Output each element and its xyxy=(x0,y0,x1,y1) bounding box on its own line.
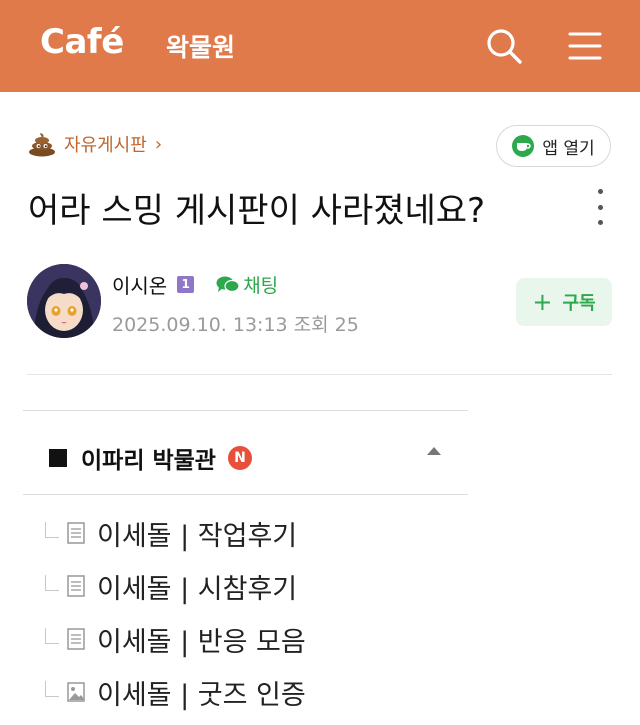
list-item-label: 이세돌 | 굿즈 인증 xyxy=(97,679,306,711)
post-meta: 2025.09.10. 13:13 조회 25 xyxy=(112,310,359,337)
square-bullet-icon xyxy=(49,449,67,467)
open-app-button[interactable]: 앱 열기 xyxy=(496,125,611,167)
more-vertical-icon xyxy=(597,189,603,194)
related-posts-box: 이파리 박물관 N 이세돌 | 작업후기 이세돌 | 시참후기 이세돌 | 반응… xyxy=(23,410,468,725)
subscribe-label: 구독 xyxy=(562,293,596,314)
list-item-label: 이세돌 | 작업후기 xyxy=(97,520,298,552)
search-button[interactable] xyxy=(484,26,524,66)
post-title: 어라 스밍 게시판이 사라졌네요? xyxy=(28,191,486,231)
avatar[interactable] xyxy=(27,264,101,338)
list-item[interactable]: 이세돌 | 시참후기 xyxy=(45,566,297,606)
list-item[interactable]: 이세돌 | 굿즈 인증 xyxy=(45,672,306,712)
new-badge: N xyxy=(227,446,252,470)
coffee-cup-icon xyxy=(512,135,535,157)
author-row: 이시온 1 채팅 xyxy=(112,270,278,299)
cafe-name[interactable]: 왁물원 xyxy=(166,28,235,64)
document-icon xyxy=(67,628,85,650)
chat-label: 채팅 xyxy=(243,275,279,297)
related-posts-title: 이파리 박물관 N xyxy=(49,441,252,475)
image-icon xyxy=(67,682,85,702)
chevron-right-icon: › xyxy=(154,133,163,155)
tree-branch-icon xyxy=(45,522,59,538)
chat-bubble-icon xyxy=(216,276,240,292)
author-name[interactable]: 이시온 xyxy=(112,270,167,299)
avatar-image xyxy=(27,264,101,338)
plus-icon: + xyxy=(532,288,553,316)
post-date: 2025.09.10. 13:13 xyxy=(112,314,288,336)
rank-badge: 1 xyxy=(177,276,195,293)
board-name: 자유게시판 xyxy=(64,135,147,156)
search-icon xyxy=(487,29,522,64)
more-options-button[interactable] xyxy=(590,189,610,225)
divider xyxy=(27,374,612,375)
open-app-label: 앱 열기 xyxy=(542,138,595,159)
poop-emoji-icon xyxy=(29,133,55,157)
subscribe-button[interactable]: + 구독 xyxy=(516,278,612,326)
list-item-label: 이세돌 | 반응 모음 xyxy=(97,626,306,658)
tree-branch-icon xyxy=(45,575,59,591)
tree-branch-icon xyxy=(45,681,59,697)
list-item[interactable]: 이세돌 | 작업후기 xyxy=(45,513,297,553)
document-icon xyxy=(67,522,85,544)
collapse-arrow-icon[interactable] xyxy=(427,447,441,455)
chat-button[interactable]: 채팅 xyxy=(216,271,278,298)
cafe-logo[interactable]: Café xyxy=(40,22,124,62)
list-item[interactable]: 이세돌 | 반응 모음 xyxy=(45,619,306,659)
related-posts-header[interactable]: 이파리 박물관 N xyxy=(23,411,468,495)
list-item-label: 이세돌 | 시참후기 xyxy=(97,573,298,605)
tree-branch-icon xyxy=(45,628,59,644)
hamburger-menu-icon xyxy=(568,32,602,60)
related-board-name: 이파리 박물관 xyxy=(81,448,216,474)
document-icon xyxy=(67,575,85,597)
board-link[interactable]: 자유게시판 › xyxy=(28,129,162,159)
menu-button[interactable] xyxy=(566,28,606,64)
top-header: Café 왁물원 xyxy=(0,0,640,92)
view-count: 조회 25 xyxy=(293,314,359,336)
